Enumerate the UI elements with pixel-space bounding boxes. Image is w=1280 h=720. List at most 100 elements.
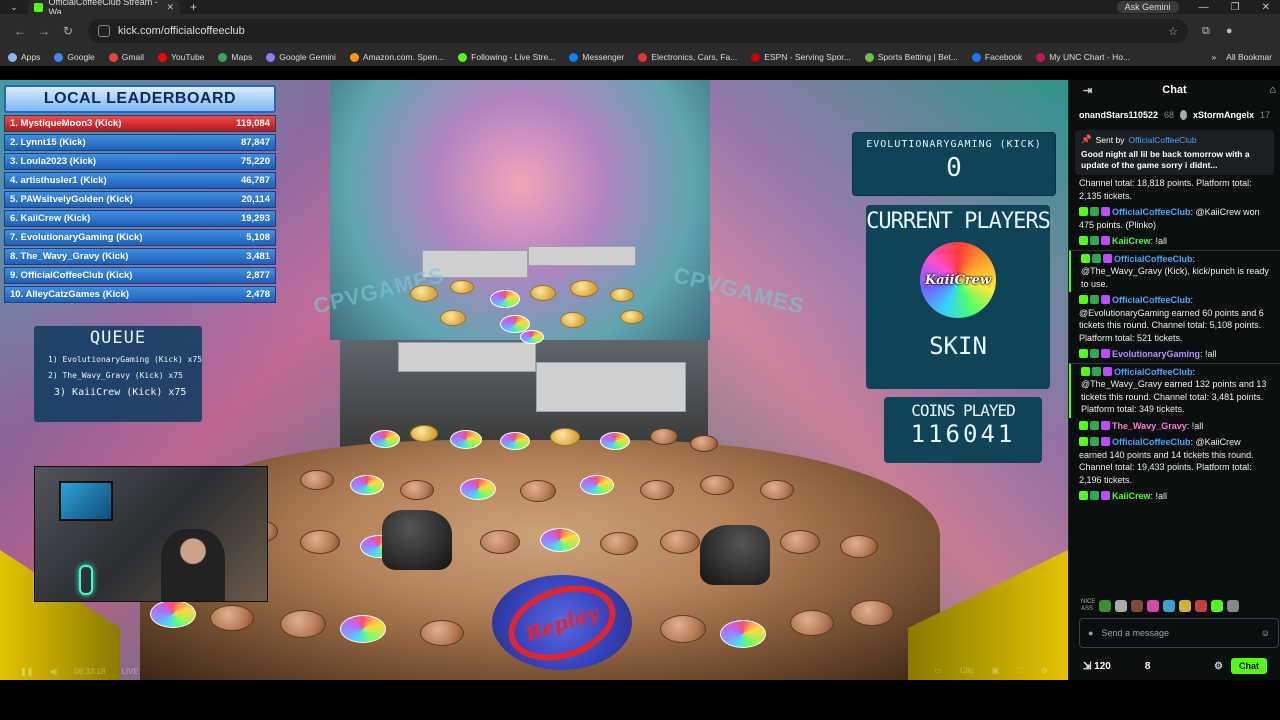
emote-icon[interactable] <box>1115 600 1127 612</box>
maximize-icon[interactable]: ❐ <box>1231 2 1240 13</box>
replay-button[interactable]: Replay <box>492 572 632 673</box>
emote-icon[interactable] <box>1147 600 1159 612</box>
chat-username[interactable]: EvolutionaryGaming <box>1112 349 1200 359</box>
bookmark-item[interactable]: ESPN - Serving Spor... <box>751 52 851 62</box>
emote-icon[interactable] <box>1227 600 1239 612</box>
emote-bar: NICE ASS <box>1069 594 1280 618</box>
bookmark-item[interactable]: Gmail <box>108 52 144 62</box>
chat-message: KaiiCrew: !all <box>1069 233 1280 250</box>
emoji-icon[interactable]: ☺ <box>1261 628 1270 638</box>
leaderboard-points: 2,877 <box>246 270 270 281</box>
chat-username[interactable]: KaiiCrew <box>1112 236 1151 246</box>
browser-tab[interactable]: OfficialCoffeeClub Stream - Wa ✕ <box>28 0 180 17</box>
coin <box>650 428 678 445</box>
gifter-name[interactable]: onandStars110522 <box>1079 110 1158 120</box>
emote-icon[interactable] <box>1195 600 1207 612</box>
bookmark-item[interactable]: Google Gemini <box>266 52 336 62</box>
profile-icon[interactable]: ● <box>1226 25 1233 38</box>
chat-username[interactable]: KaiiCrew <box>1112 491 1151 501</box>
chat-username[interactable]: OfficialCoffeeClub <box>1114 254 1193 264</box>
coin <box>150 600 196 628</box>
bookmark-item[interactable]: Facebook <box>971 52 1022 62</box>
bookmark-label: Sports Betting | Bet... <box>877 52 958 62</box>
leaderboard-points: 3,481 <box>246 251 270 262</box>
chat-message-input[interactable]: ● Send a message ☺ <box>1079 618 1279 648</box>
chat-badge-icon <box>1103 366 1112 376</box>
url-field[interactable]: kick.com/officialcoffeeclub ☆ <box>88 19 1188 43</box>
chat-username[interactable]: OfficialCoffeeClub <box>1112 437 1191 447</box>
gifter-name[interactable]: xStormAngelx <box>1193 110 1254 120</box>
leaderboard-player: 1. MystiqueMoon3 (Kick) <box>10 118 122 129</box>
coin <box>490 290 520 308</box>
clip-button[interactable]: Clip <box>960 666 974 676</box>
bookmark-icon <box>569 52 579 62</box>
emote-icon[interactable] <box>1211 600 1223 612</box>
chat-badge-icon <box>1092 253 1101 263</box>
chat-input-icon: ● <box>1088 628 1094 638</box>
fullscreen-icon[interactable]: ⛶ <box>1017 666 1023 676</box>
all-bookmarks-button[interactable]: All Bookmar <box>1226 52 1272 62</box>
chat-badge-icon <box>1079 420 1088 430</box>
coin <box>530 285 556 301</box>
chat-username[interactable]: The_Wavy_Gravy <box>1112 421 1187 431</box>
coin <box>580 475 614 495</box>
chat-badge-icon <box>1081 253 1090 263</box>
coin <box>850 600 894 626</box>
chat-username[interactable]: OfficialCoffeeClub <box>1112 207 1191 217</box>
bookmark-item[interactable]: Electronics, Cars, Fa... <box>638 52 737 62</box>
kicks-counter[interactable]: ⇲ 120 <box>1083 661 1111 672</box>
bookmark-label: Apps <box>21 52 41 62</box>
leaderboard-row: 6. KaiiCrew (Kick) 19,293 <box>4 210 276 227</box>
chat-badge-icon <box>1101 236 1110 245</box>
new-tab-button[interactable]: + <box>190 0 197 14</box>
emote-icon[interactable] <box>1131 600 1143 612</box>
emote-icon[interactable] <box>1163 600 1175 612</box>
site-info-icon[interactable] <box>98 25 110 37</box>
leaderboard-player: 4. artisthusler1 (Kick) <box>10 175 107 186</box>
bookmarks-more-icon[interactable]: » <box>1211 52 1216 62</box>
send-chat-button[interactable]: Chat <box>1231 658 1267 674</box>
reload-icon[interactable]: ↻ <box>56 24 80 38</box>
bookmark-item[interactable]: Sports Betting | Bet... <box>864 52 958 62</box>
pusher-shelf <box>398 342 536 372</box>
bookmark-item[interactable]: Google <box>54 52 95 62</box>
bookmark-item[interactable]: Apps <box>8 52 40 62</box>
theater-icon[interactable]: ▭ <box>934 666 942 676</box>
tab-search-icon[interactable]: ⌄ <box>0 2 28 13</box>
chat-message: EvolutionaryGaming: !all <box>1069 346 1280 363</box>
pip-icon[interactable]: ▣ <box>992 666 1000 676</box>
bookmark-item[interactable]: My UNC Chart - Ho... <box>1036 52 1130 62</box>
chat-settings-icon[interactable]: ⚙ <box>1214 661 1223 672</box>
chat-users-icon[interactable]: ⌂ <box>1269 84 1276 96</box>
window-close-icon[interactable]: ✕ <box>1262 2 1270 13</box>
forward-icon[interactable]: → <box>32 24 56 38</box>
ask-gemini-button[interactable]: Ask Gemini <box>1116 1 1179 13</box>
back-icon[interactable]: ← <box>8 24 32 38</box>
emote-icon[interactable] <box>1179 600 1191 612</box>
bookmark-item[interactable]: Following - Live Stre... <box>458 52 555 62</box>
bookmark-star-icon[interactable]: ☆ <box>1168 25 1178 38</box>
tab-close-icon[interactable]: ✕ <box>166 2 174 13</box>
coin <box>480 530 520 554</box>
bookmark-item[interactable]: YouTube <box>158 52 204 62</box>
settings-icon[interactable]: ⚙ <box>1041 666 1048 676</box>
volume-icon[interactable]: ◀) <box>49 667 58 676</box>
chat-username[interactable]: OfficialCoffeeClub <box>1114 367 1193 377</box>
coins-played-panel: COINS PLAYED 116041 <box>884 397 1042 463</box>
minimize-icon[interactable]: — <box>1199 2 1209 13</box>
emote-label[interactable]: NICE ASS <box>1081 599 1095 613</box>
extensions-icon[interactable]: ⧉ <box>1202 25 1210 38</box>
pinned-sent-by: 📌 Sent by OfficialCoffeeClub <box>1081 134 1268 145</box>
pause-icon[interactable]: ❚❚ <box>20 667 33 676</box>
leaderboard-player: 5. PAWsitvelyGolden (Kick) <box>10 194 133 205</box>
emote-icon[interactable] <box>1099 600 1111 612</box>
active-player-count: 0 <box>946 153 962 183</box>
chat-badge-icon <box>1092 366 1101 376</box>
bookmark-item[interactable]: Amazon.com. Spen... <box>349 52 444 62</box>
bookmark-item[interactable]: Messenger <box>569 52 624 62</box>
coin <box>450 280 474 294</box>
bookmark-item[interactable]: Maps <box>218 52 252 62</box>
chat-username[interactable]: OfficialCoffeeClub <box>1112 295 1191 305</box>
bookmark-label: Maps <box>231 52 253 62</box>
pinned-sender[interactable]: OfficialCoffeeClub <box>1128 135 1196 145</box>
